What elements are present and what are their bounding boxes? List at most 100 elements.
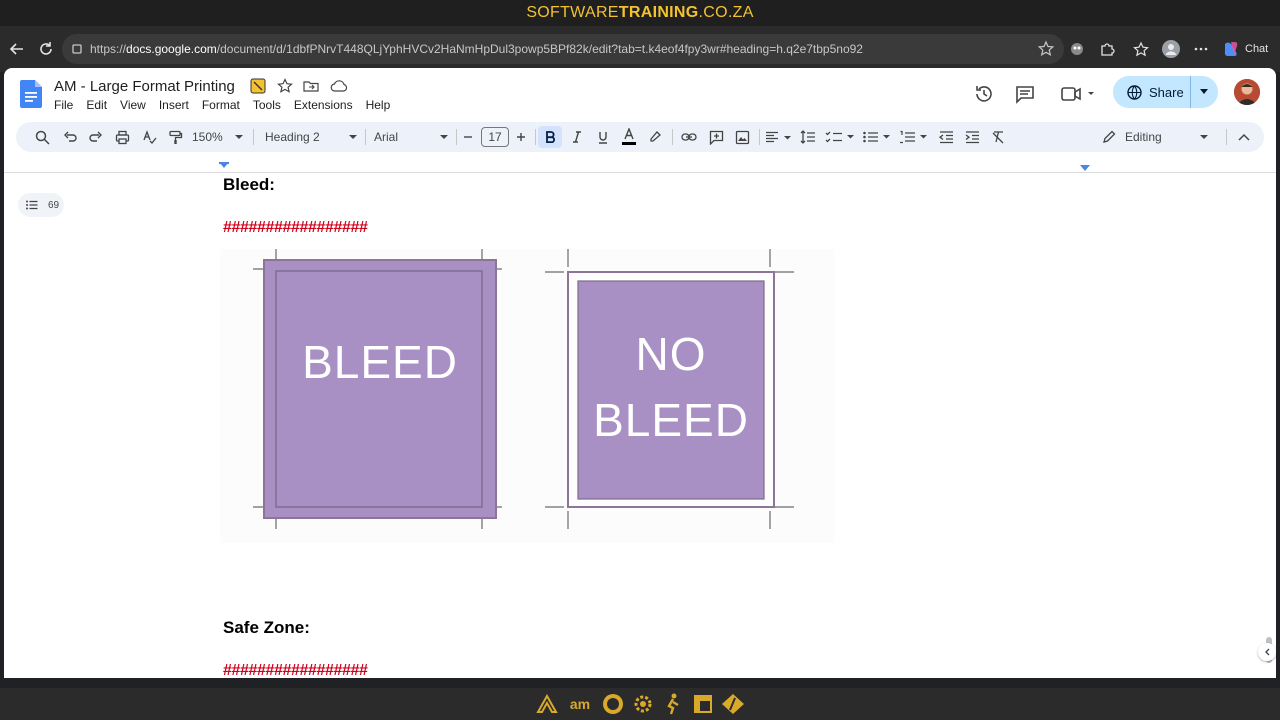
align-select[interactable] — [764, 122, 794, 152]
text-color-icon[interactable] — [618, 122, 640, 152]
placeholder-hashes: ################# — [223, 219, 368, 236]
paragraph-style-select[interactable]: Heading 2 — [265, 122, 357, 152]
move-folder-icon[interactable] — [303, 78, 319, 94]
copilot-chat-button[interactable]: Chat — [1222, 39, 1268, 59]
menu-tools[interactable]: Tools — [253, 98, 281, 112]
docs-extension-icon[interactable] — [250, 78, 266, 94]
docs-logo-icon[interactable] — [20, 80, 42, 108]
globe-icon — [1127, 84, 1142, 100]
font-size-value: 17 — [488, 130, 502, 144]
underline-icon[interactable] — [592, 122, 614, 152]
no-bleed-label: NO BLEED — [578, 321, 764, 453]
reload-icon — [40, 42, 52, 55]
gear-logo-icon — [631, 692, 655, 716]
increase-indent-icon[interactable] — [960, 122, 984, 152]
site-info-icon[interactable] — [71, 34, 83, 64]
document-title-text: AM - Large Format Printing — [54, 78, 235, 95]
back-button[interactable] — [5, 37, 29, 61]
zoom-select[interactable]: 150% — [192, 122, 248, 152]
version-history-icon[interactable] — [972, 82, 996, 106]
star-icon[interactable] — [277, 78, 293, 94]
document-page[interactable]: 69 Bleed: ################# BLEED NO BLE… — [4, 173, 1276, 678]
am-logo-text: am — [569, 696, 591, 712]
right-indent-marker[interactable] — [1080, 165, 1090, 172]
bold-icon[interactable] — [538, 126, 562, 148]
heading-safe-zone: Safe Zone: — [223, 618, 310, 637]
address-bar[interactable]: https://docs.google.com/document/d/1dbfP… — [62, 34, 1064, 64]
menu-extensions[interactable]: Extensions — [294, 98, 353, 112]
line-spacing-icon[interactable] — [796, 122, 820, 152]
menu-bar: File Edit View Insert Format Tools Exten… — [54, 98, 403, 112]
spellcheck-icon[interactable] — [137, 122, 161, 152]
outline-count: 69 — [48, 199, 60, 211]
menu-insert[interactable]: Insert — [159, 98, 189, 112]
redo-icon[interactable] — [84, 122, 108, 152]
extensions-puzzle-icon[interactable] — [1095, 37, 1119, 61]
favorites-icon[interactable] — [1129, 37, 1153, 61]
bulleted-list-icon — [863, 131, 890, 143]
copilot-icon — [1224, 42, 1238, 56]
print-icon[interactable] — [110, 122, 134, 152]
paint-format-icon[interactable] — [163, 122, 187, 152]
undo-icon[interactable] — [58, 122, 82, 152]
share-button[interactable]: Share — [1113, 76, 1218, 108]
side-panel-toggle-icon[interactable] — [1258, 643, 1276, 661]
paragraph-style-value: Heading 2 — [265, 130, 320, 144]
font-select[interactable]: Arial — [374, 122, 448, 152]
menu-edit[interactable]: Edit — [86, 98, 107, 112]
decrease-font-size-icon[interactable] — [457, 122, 479, 152]
left-indent-marker[interactable] — [219, 162, 229, 170]
insert-link-icon[interactable] — [677, 122, 701, 152]
menu-format[interactable]: Format — [202, 98, 240, 112]
bleed-illustration[interactable]: BLEED NO BLEED — [220, 249, 834, 543]
insert-comment-icon[interactable] — [704, 122, 728, 152]
no-bleed-label-line2: BLEED — [593, 394, 749, 446]
menu-help[interactable]: Help — [366, 98, 391, 112]
clear-formatting-icon[interactable] — [986, 122, 1010, 152]
banner-text-c: .CO.ZA — [698, 4, 754, 21]
bleed-label: BLEED — [302, 336, 458, 388]
document-title[interactable]: AM - Large Format Printing — [54, 78, 235, 95]
share-dropdown-icon[interactable] — [1190, 76, 1208, 108]
document-outline-button[interactable]: 69 — [18, 193, 64, 217]
heading-bleed: Bleed: — [223, 175, 275, 194]
editing-mode-select[interactable]: Editing — [1102, 122, 1208, 152]
badge-logo-icon — [601, 692, 625, 716]
outline-list-icon — [26, 200, 38, 210]
hide-menus-icon[interactable] — [1232, 122, 1256, 152]
placeholder-hashes-2: ################# — [223, 662, 368, 678]
extension-icon[interactable] — [1065, 37, 1089, 61]
more-menu-icon[interactable] — [1189, 37, 1213, 61]
no-bleed-label-line1: NO — [635, 328, 707, 380]
zoom-value: 150% — [192, 130, 223, 144]
mode-dropdown-icon — [1200, 134, 1208, 139]
decrease-indent-icon[interactable] — [934, 122, 958, 152]
checklist-select[interactable] — [824, 122, 856, 152]
meet-button[interactable] — [1059, 82, 1099, 106]
user-avatar[interactable] — [1234, 79, 1260, 105]
comments-icon[interactable] — [1013, 82, 1037, 106]
url-host: docs.google.com — [126, 42, 217, 56]
bookmark-star-icon[interactable] — [1038, 34, 1054, 64]
increase-font-size-icon[interactable] — [510, 122, 532, 152]
banner-text-a: SOFTWARE — [526, 4, 619, 21]
profile-icon[interactable] — [1159, 37, 1183, 61]
cloud-saved-icon[interactable] — [330, 78, 348, 94]
font-size-input[interactable]: 17 — [481, 127, 509, 147]
menu-file[interactable]: File — [54, 98, 73, 112]
back-arrow-icon — [9, 43, 23, 55]
numbered-list-select[interactable] — [898, 122, 930, 152]
chat-label: Chat — [1245, 43, 1269, 55]
insert-image-icon[interactable] — [730, 122, 754, 152]
search-menus-icon[interactable] — [30, 122, 54, 152]
pencil-icon — [1103, 130, 1116, 143]
highlight-color-icon[interactable] — [644, 122, 666, 152]
diamond-logo-icon — [721, 692, 745, 716]
italic-icon[interactable] — [566, 122, 588, 152]
editing-mode-label: Editing — [1125, 130, 1162, 144]
bulleted-list-select[interactable] — [861, 122, 893, 152]
font-dropdown-icon — [440, 134, 448, 139]
menu-view[interactable]: View — [120, 98, 146, 112]
docs-app: AM - Large Format Printing File Edit Vie… — [4, 68, 1276, 678]
reload-button[interactable] — [34, 37, 58, 61]
